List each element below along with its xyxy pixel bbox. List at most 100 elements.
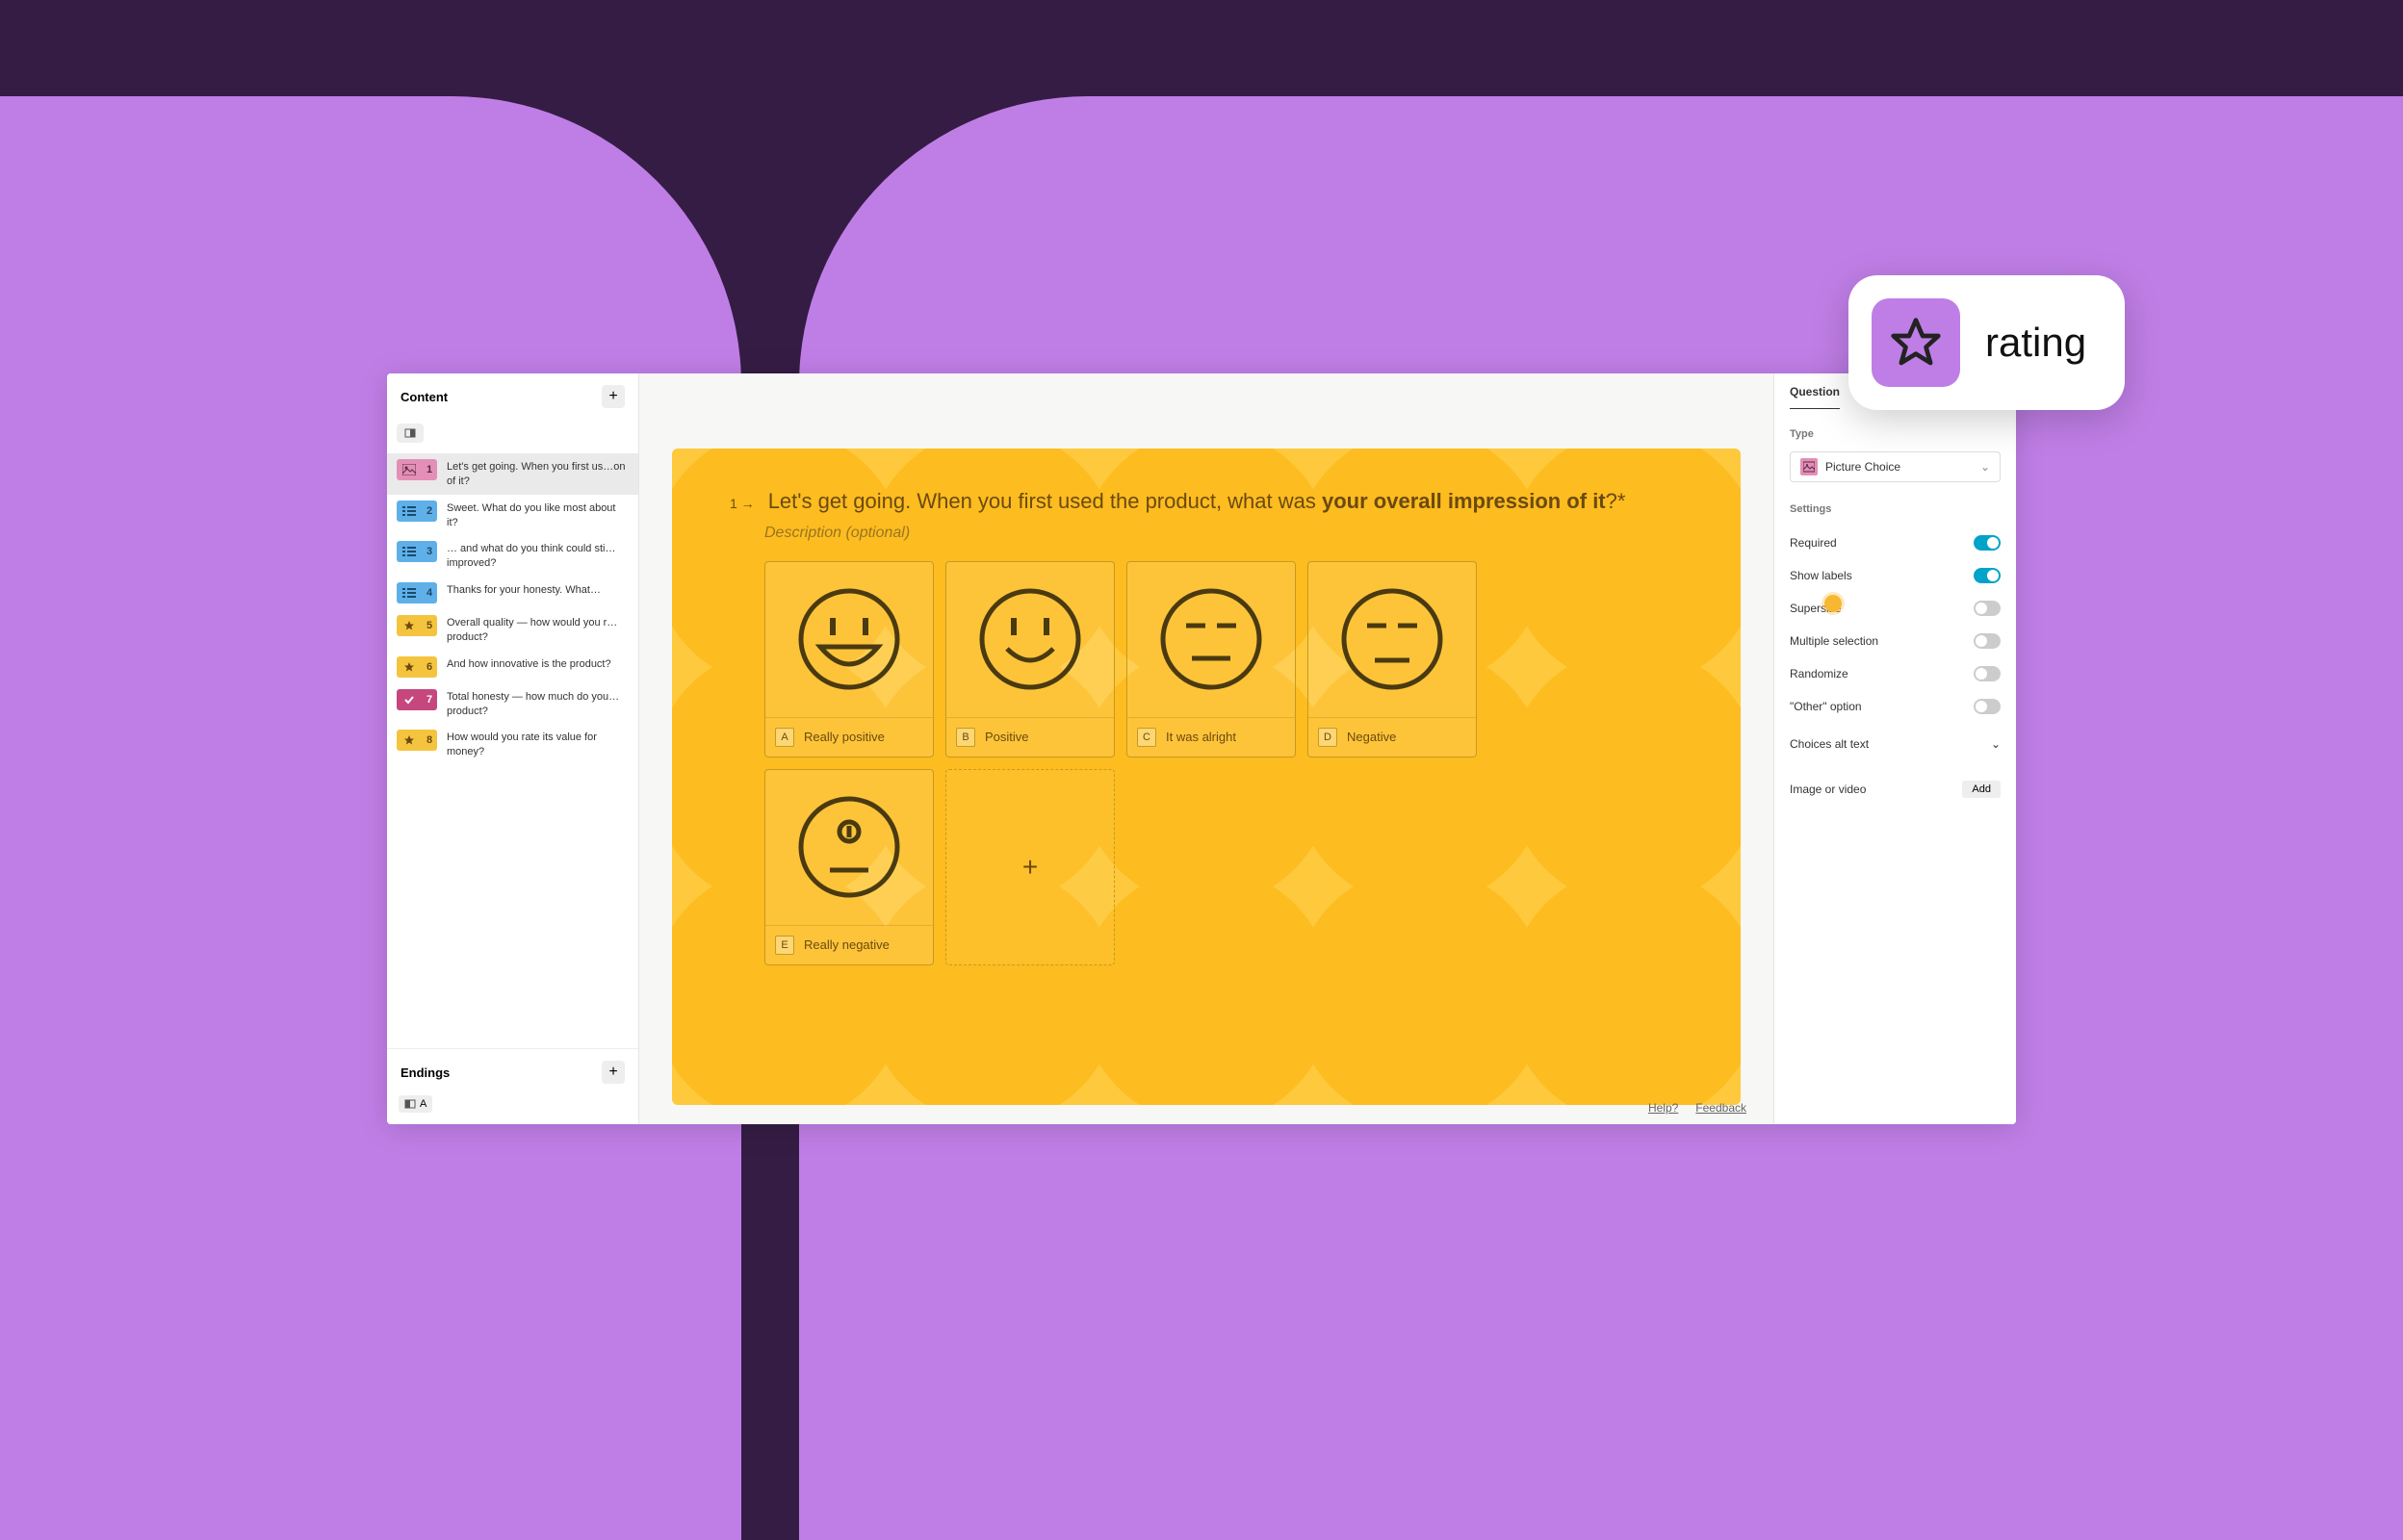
add-image-button[interactable]: Add — [1962, 781, 2001, 798]
item-label: Let's get going. When you first us…on of… — [447, 459, 629, 489]
setting--other-option: "Other" option — [1790, 690, 2001, 723]
canvas-area: 1 → Let's get going. When you first used… — [639, 373, 1773, 1124]
choice-label: It was alright — [1166, 730, 1236, 744]
item-label: How would you rate its value for money? — [447, 730, 629, 759]
content-item-4[interactable]: 4 Thanks for your honesty. What… — [387, 577, 638, 609]
choice-b[interactable]: B Positive — [945, 561, 1115, 757]
choice-key: A — [775, 728, 794, 747]
setting-randomize: Randomize — [1790, 657, 2001, 690]
star-icon — [1872, 298, 1960, 387]
choice-label: Really positive — [804, 730, 885, 744]
choice-label: Really negative — [804, 937, 890, 952]
face-icon — [1127, 562, 1295, 717]
setting-label: "Other" option — [1790, 700, 1862, 713]
item-number: 6 — [422, 656, 437, 678]
chevron-down-icon: ⌄ — [1980, 460, 1990, 474]
toggle[interactable] — [1974, 601, 2001, 616]
content-item-7[interactable]: 7 Total honesty — how much do you… produ… — [387, 683, 638, 725]
item-number: 5 — [422, 615, 437, 636]
image-or-video-label: Image or video — [1790, 783, 1866, 796]
feedback-link[interactable]: Feedback — [1695, 1101, 1746, 1115]
type-value: Picture Choice — [1825, 460, 1900, 474]
item-label: Thanks for your honesty. What… — [447, 582, 601, 598]
ending-label: A — [420, 1098, 426, 1110]
choice-a[interactable]: A Really positive — [764, 561, 934, 757]
endings-title: Endings — [400, 1065, 450, 1080]
choice-label: Positive — [985, 730, 1029, 744]
setting-label: Multiple selection — [1790, 634, 1878, 648]
list-icon — [397, 500, 422, 522]
face-icon — [1308, 562, 1476, 717]
add-ending-button[interactable]: + — [602, 1061, 625, 1084]
left-sidebar: Content + 1 Let's get going. When you fi… — [387, 373, 639, 1124]
list-icon — [397, 541, 422, 562]
choice-d[interactable]: D Negative — [1307, 561, 1477, 757]
type-dropdown[interactable]: Picture Choice ⌄ — [1790, 451, 2001, 482]
setting-label: Required — [1790, 536, 1837, 550]
callout-label: rating — [1985, 320, 2086, 366]
rating-callout: rating — [1848, 275, 2125, 410]
toggle[interactable] — [1974, 666, 2001, 681]
add-choice-button[interactable]: + — [945, 769, 1115, 965]
choices-alt-text-row[interactable]: Choices alt text ⌄ — [1790, 729, 2001, 759]
item-number: 8 — [422, 730, 437, 751]
half-rect-icon — [404, 427, 416, 439]
type-section-label: Type — [1790, 428, 2001, 440]
setting-label: Show labels — [1790, 569, 1852, 582]
list-icon — [397, 582, 422, 603]
choice-e[interactable]: E Really negative — [764, 769, 934, 965]
half-rect-icon — [404, 1098, 416, 1110]
tab-question[interactable]: Question — [1790, 385, 1840, 409]
content-item-5[interactable]: 5 Overall quality — how would you r… pro… — [387, 609, 638, 651]
setting-supersize: Supersize — [1790, 592, 2001, 625]
help-link[interactable]: Help? — [1648, 1101, 1678, 1115]
settings-section-label: Settings — [1790, 503, 2001, 515]
item-label: Total honesty — how much do you… product… — [447, 689, 629, 719]
star-icon — [397, 615, 422, 636]
question-canvas: 1 → Let's get going. When you first used… — [672, 449, 1741, 1105]
item-label: And how innovative is the product? — [447, 656, 611, 672]
item-number: 3 — [422, 541, 437, 562]
choice-key: C — [1137, 728, 1156, 747]
item-label: … and what do you think could sti…improv… — [447, 541, 629, 571]
setting-required: Required — [1790, 526, 2001, 559]
choice-key: B — [956, 728, 975, 747]
content-item-1[interactable]: 1 Let's get going. When you first us…on … — [387, 453, 638, 495]
content-item-8[interactable]: 8 How would you rate its value for money… — [387, 724, 638, 765]
choice-key: E — [775, 936, 794, 955]
content-item-2[interactable]: 2 Sweet. What do you like most about it? — [387, 495, 638, 536]
alt-text-label: Choices alt text — [1790, 737, 1869, 751]
image-icon — [1800, 458, 1818, 475]
toggle[interactable] — [1974, 535, 2001, 551]
add-content-button[interactable]: + — [602, 385, 625, 408]
image-icon — [397, 459, 422, 480]
item-number: 1 — [422, 459, 437, 480]
face-icon — [765, 770, 933, 925]
star-icon — [397, 656, 422, 678]
content-item-6[interactable]: 6 And how innovative is the product? — [387, 651, 638, 683]
setting-label: Randomize — [1790, 667, 1848, 680]
content-item-3[interactable]: 3 … and what do you think could sti…impr… — [387, 535, 638, 577]
question-description[interactable]: Description (optional) — [764, 525, 1683, 542]
question-number: 1 → — [730, 496, 755, 511]
choice-key: D — [1318, 728, 1337, 747]
toggle[interactable] — [1974, 633, 2001, 649]
check-icon — [397, 689, 422, 710]
ending-item[interactable]: A — [387, 1091, 638, 1124]
content-title: Content — [400, 390, 448, 404]
cursor-indicator — [1824, 595, 1842, 612]
toggle[interactable] — [1974, 568, 2001, 583]
item-number: 4 — [422, 582, 437, 603]
chevron-down-icon: ⌄ — [1991, 737, 2001, 751]
welcome-screen-pill[interactable] — [397, 424, 424, 443]
question-title[interactable]: Let's get going. When you first used the… — [768, 487, 1626, 517]
item-label: Sweet. What do you like most about it? — [447, 500, 629, 530]
star-icon — [397, 730, 422, 751]
item-number: 7 — [422, 689, 437, 710]
item-label: Overall quality — how would you r… produ… — [447, 615, 629, 645]
toggle[interactable] — [1974, 699, 2001, 714]
setting-show-labels: Show labels — [1790, 559, 2001, 592]
setting-multiple-selection: Multiple selection — [1790, 625, 2001, 657]
face-icon — [765, 562, 933, 717]
choice-c[interactable]: C It was alright — [1126, 561, 1296, 757]
